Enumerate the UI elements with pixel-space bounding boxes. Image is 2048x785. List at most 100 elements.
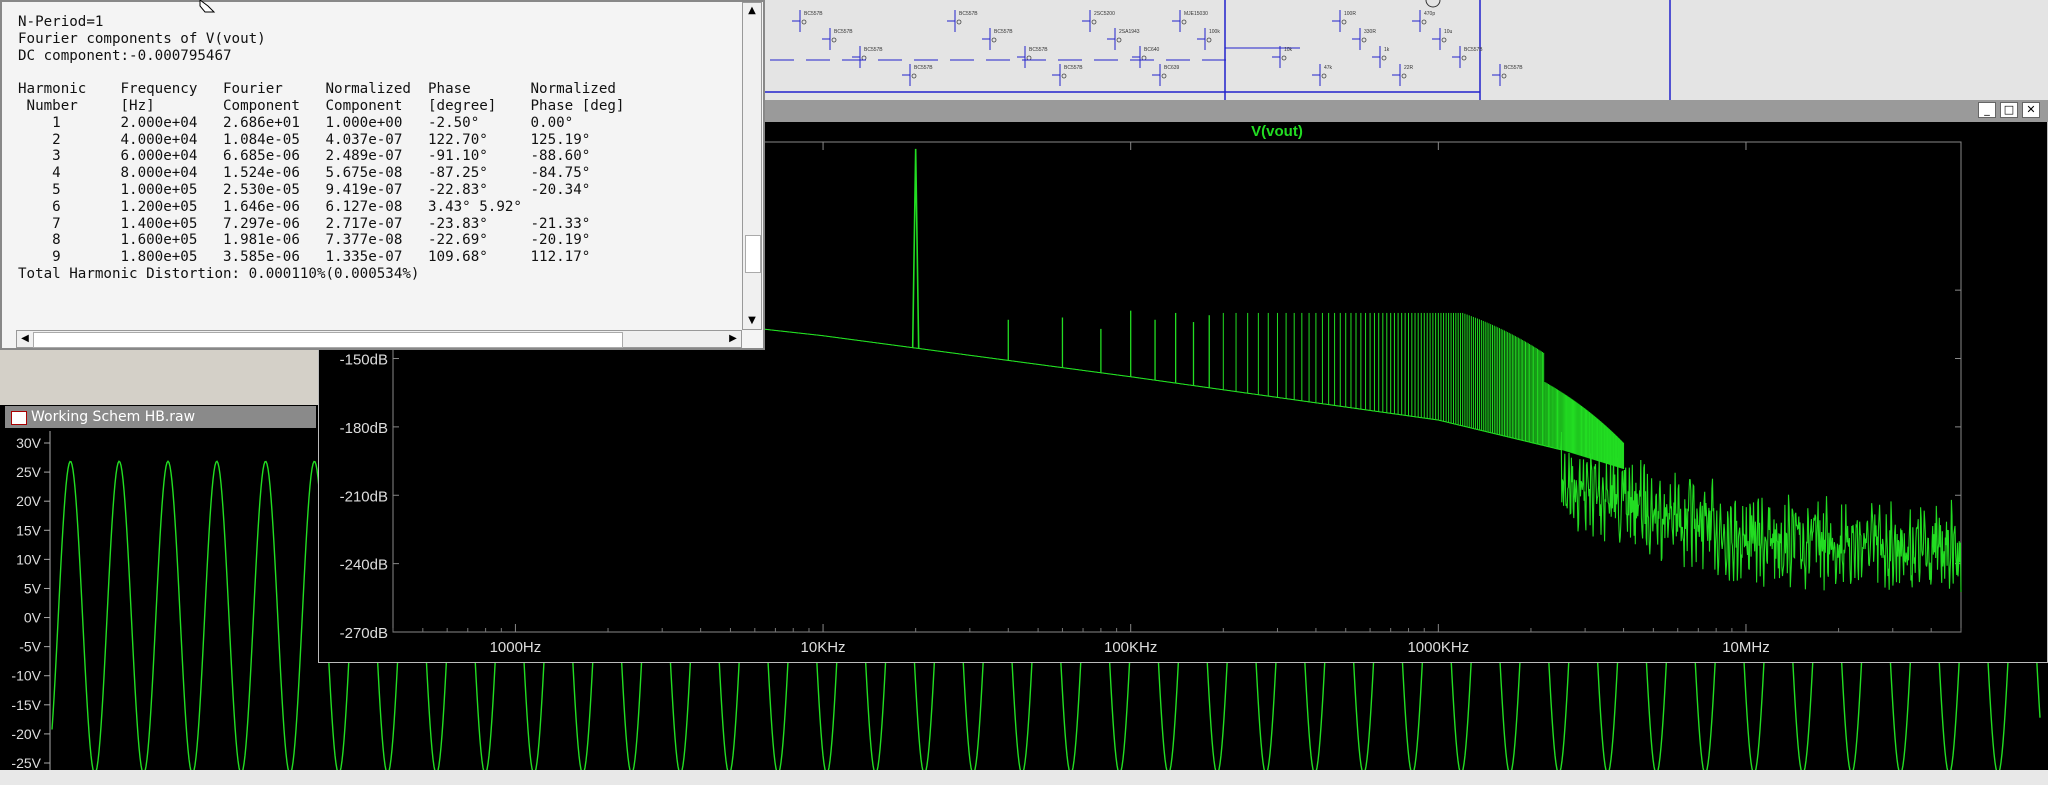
- waveform-window-titlebar[interactable]: Working Schem HB.raw: [5, 406, 316, 428]
- y-tick-label: -15V: [11, 697, 41, 713]
- fourier-line: Fourier components of V(vout): [18, 30, 266, 47]
- x-tick-label: 10MHz: [1722, 639, 1770, 656]
- transistor-symbol: [861, 55, 867, 61]
- transistor-symbol: [911, 73, 917, 79]
- transistor-symbol: [1361, 37, 1367, 43]
- transistor-symbol: [1116, 37, 1122, 43]
- component-label: 10k: [1284, 47, 1293, 53]
- schematic-drawing[interactable]: BC557B BC557B BC557B BC557B BC557B BC557B BC55…: [760, 0, 2048, 100]
- x-tick-label: 1000KHz: [1407, 639, 1469, 656]
- y-tick-label: -5V: [19, 639, 41, 655]
- y-tick-label: -240dB: [340, 557, 388, 574]
- fourier-output: N-Period=1 Fourier components of V(vout)…: [18, 14, 624, 283]
- transistor-symbol: [801, 19, 807, 25]
- y-tick-label: -270dB: [340, 625, 388, 642]
- y-tick-label: 25V: [16, 464, 42, 480]
- fourier-line: 9 1.800e+05 3.585e-06 1.335e-07 109.68° …: [18, 249, 591, 266]
- plot-title: V(vout): [1251, 123, 1303, 140]
- component-label: BC557B: [914, 65, 933, 71]
- component-label: 22R: [1404, 65, 1414, 71]
- transistor-symbol: [1421, 19, 1427, 25]
- transistor-symbol: [1461, 55, 1467, 61]
- fourier-line: 2 4.000e+04 1.084e-05 4.037e-07 122.70° …: [18, 131, 591, 148]
- y-tick-label: 0V: [24, 610, 42, 626]
- y-tick-label: 5V: [24, 580, 42, 596]
- scroll-left-arrow-icon[interactable]: ◀: [17, 331, 33, 347]
- transistor-symbol: [1321, 73, 1327, 79]
- scroll-right-arrow-icon[interactable]: ▶: [725, 331, 741, 347]
- fourier-line: Harmonic Frequency Fourier Normalized Ph…: [18, 81, 616, 98]
- transistor-symbol: [956, 19, 962, 25]
- component-label: BC557B: [834, 29, 853, 35]
- transistor-symbol: [1501, 73, 1507, 79]
- fourier-text-window[interactable]: N-Period=1 Fourier components of V(vout)…: [0, 0, 765, 350]
- transistor-symbol: [1061, 73, 1067, 79]
- status-bar: [0, 770, 2048, 785]
- component-label: BC557B: [864, 47, 883, 53]
- component-label: MJE15030: [1184, 11, 1208, 17]
- component-label: BC557B: [994, 29, 1013, 35]
- component-label: 10u: [1444, 29, 1453, 35]
- y-tick-label: 30V: [16, 435, 42, 451]
- component-label: 470p: [1424, 11, 1435, 17]
- fourier-line: Number [Hz] Component Component [degree]…: [18, 97, 625, 114]
- component-label: 2SC5200: [1094, 11, 1115, 17]
- y-tick-label: -10V: [11, 668, 41, 684]
- mouse-cursor-icon: [199, 0, 216, 13]
- y-tick-label: -210dB: [340, 488, 388, 505]
- transistor-symbol: [1091, 19, 1097, 25]
- y-tick-label: -150dB: [340, 352, 388, 369]
- component-label: 47k: [1324, 65, 1333, 71]
- component-label: BC557B: [1464, 47, 1483, 53]
- fundamental-peak: [911, 148, 920, 349]
- waveform-window-title: Working Schem HB.raw: [31, 409, 196, 425]
- component-label: BC557B: [804, 11, 823, 17]
- transistor-symbol: [1281, 55, 1287, 61]
- source-symbol: [1425, 0, 1441, 8]
- horizontal-scrollbar[interactable]: ◀ ▶: [16, 330, 742, 348]
- component-label: 2SA1943: [1119, 29, 1140, 35]
- vertical-scroll-thumb[interactable]: [745, 235, 761, 273]
- y-tick-label: 10V: [16, 551, 42, 567]
- component-label: 1k: [1384, 47, 1390, 53]
- y-tick-label: -180dB: [340, 420, 388, 437]
- fourier-line: N-Period=1: [18, 14, 104, 30]
- y-tick-label: 15V: [16, 522, 42, 538]
- transistor-symbol: [831, 37, 837, 43]
- waveform-file-icon: [11, 411, 27, 425]
- transistor-symbol: [1381, 55, 1387, 61]
- fourier-line: Total Harmonic Distortion: 0.000110%(0.0…: [18, 265, 420, 282]
- minimize-button[interactable]: _: [1978, 102, 1996, 118]
- component-label: 330R: [1364, 29, 1376, 35]
- close-button[interactable]: ✕: [2022, 102, 2040, 118]
- fourier-line: 5 1.000e+05 2.530e-05 9.419e-07 -22.83° …: [18, 181, 591, 198]
- y-tick-label: -20V: [11, 726, 41, 742]
- fourier-line: 6 1.200e+05 1.646e-06 6.127e-08 3.43° 5.…: [18, 198, 522, 215]
- component-label: BC557B: [1504, 65, 1523, 71]
- transistor-symbol: [1141, 55, 1147, 61]
- fourier-line: 1 2.000e+04 2.686e+01 1.000e+00 -2.50° 0…: [18, 114, 574, 131]
- transistor-symbol: [1181, 19, 1187, 25]
- scroll-down-arrow-icon[interactable]: ▼: [744, 313, 760, 329]
- x-tick-label: 100KHz: [1104, 639, 1157, 656]
- vertical-scrollbar[interactable]: ▲ ▼: [742, 2, 762, 330]
- fourier-line: 7 1.400e+05 7.297e-06 2.717e-07 -23.83° …: [18, 215, 591, 232]
- maximize-button[interactable]: □: [2000, 102, 2018, 118]
- transistor-symbol: [1206, 37, 1212, 43]
- component-label: BC557B: [1029, 47, 1048, 53]
- transistor-symbol: [1161, 73, 1167, 79]
- component-label: 100k: [1209, 29, 1220, 35]
- schematic-editor[interactable]: BC557B BC557B BC557B BC557B BC557B BC557B BC55…: [760, 0, 2048, 100]
- transistor-symbol: [991, 37, 997, 43]
- component-label: 100R: [1344, 11, 1356, 17]
- component-label: BC557B: [959, 11, 978, 17]
- y-tick-label: -25V: [11, 755, 41, 770]
- horizontal-scroll-thumb[interactable]: [33, 332, 623, 348]
- x-tick-label: 10KHz: [801, 639, 846, 656]
- transistor-symbol: [1441, 37, 1447, 43]
- fourier-line: 3 6.000e+04 6.685e-06 2.489e-07 -91.10° …: [18, 148, 591, 165]
- fourier-line: 8 1.600e+05 1.981e-06 7.377e-08 -22.69° …: [18, 232, 591, 249]
- scroll-up-arrow-icon[interactable]: ▲: [744, 3, 760, 19]
- transistor-symbol: [1026, 55, 1032, 61]
- transistor-symbol: [1341, 19, 1347, 25]
